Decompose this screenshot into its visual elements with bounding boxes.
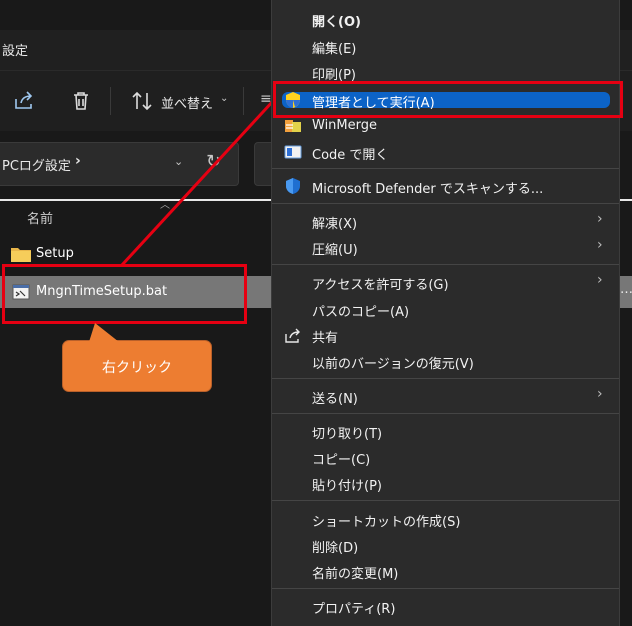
menu-label: Microsoft Defender でスキャンする... bbox=[312, 182, 544, 197]
menu-separator bbox=[272, 500, 619, 501]
winmerge-icon bbox=[285, 120, 301, 132]
menu-label: 削除(D) bbox=[312, 541, 359, 556]
menu-label: プロパティ(R) bbox=[312, 602, 396, 617]
menu-label: コピー(C) bbox=[312, 453, 371, 468]
menu-item-extract[interactable]: 解凍(X) › bbox=[272, 208, 619, 234]
callout-text: 右クリック bbox=[102, 360, 172, 376]
menu-item-cut[interactable]: 切り取り(T) bbox=[272, 418, 619, 444]
menu-label: 共有 bbox=[312, 331, 339, 346]
menu-label: アクセスを許可する(G) bbox=[312, 278, 449, 293]
menu-item-share[interactable]: 共有 bbox=[272, 322, 619, 348]
menu-item-open[interactable]: 開く(O) bbox=[272, 6, 619, 32]
vscode-icon bbox=[284, 145, 302, 159]
menu-item-copy[interactable]: コピー(C) bbox=[272, 444, 619, 470]
menu-separator bbox=[272, 203, 619, 204]
menu-item-compress[interactable]: 圧縮(U) › bbox=[272, 234, 619, 260]
menu-label: ショートカットの作成(S) bbox=[312, 515, 461, 530]
menu-separator bbox=[272, 588, 619, 589]
menu-label: 名前の変更(M) bbox=[312, 567, 399, 582]
menu-item-delete[interactable]: 削除(D) bbox=[272, 532, 619, 558]
menu-label: 開く(O) bbox=[312, 15, 361, 30]
menu-label: 貼り付け(P) bbox=[312, 479, 382, 494]
menu-separator bbox=[272, 264, 619, 265]
annotation-box-file bbox=[2, 264, 247, 324]
chevron-right-icon: › bbox=[597, 211, 603, 227]
menu-item-properties[interactable]: プロパティ(R) bbox=[272, 593, 619, 619]
menu-label: WinMerge bbox=[312, 118, 377, 133]
menu-item-open-with-code[interactable]: Code で開く bbox=[272, 139, 619, 165]
menu-item-paste[interactable]: 貼り付け(P) bbox=[272, 470, 619, 496]
defender-shield-icon bbox=[286, 178, 300, 194]
menu-label: 送る(N) bbox=[312, 392, 358, 407]
callout-pointer bbox=[89, 323, 119, 342]
menu-separator bbox=[272, 378, 619, 379]
menu-label: 解凍(X) bbox=[312, 217, 358, 232]
menu-label: Code で開く bbox=[312, 148, 389, 163]
menu-label: 圧縮(U) bbox=[312, 243, 358, 258]
menu-item-restore-previous[interactable]: 以前のバージョンの復元(V) bbox=[272, 348, 619, 374]
menu-label: 編集(E) bbox=[312, 42, 357, 57]
menu-separator bbox=[272, 413, 619, 414]
chevron-right-icon: › bbox=[597, 386, 603, 402]
menu-item-edit[interactable]: 編集(E) bbox=[272, 33, 619, 59]
menu-separator bbox=[272, 168, 619, 169]
menu-item-give-access[interactable]: アクセスを許可する(G) › bbox=[272, 269, 619, 295]
menu-label: 以前のバージョンの復元(V) bbox=[312, 357, 474, 372]
menu-item-rename[interactable]: 名前の変更(M) bbox=[272, 558, 619, 584]
share-icon bbox=[285, 328, 300, 343]
annotation-box-menu-item bbox=[273, 81, 623, 118]
menu-item-copy-path[interactable]: パスのコピー(A) bbox=[272, 296, 619, 322]
menu-item-send-to[interactable]: 送る(N) › bbox=[272, 383, 619, 409]
annotation-callout: 右クリック bbox=[62, 323, 212, 392]
chevron-right-icon: › bbox=[597, 237, 603, 253]
menu-label: パスのコピー(A) bbox=[312, 305, 410, 320]
chevron-right-icon: › bbox=[597, 272, 603, 288]
menu-label: 切り取り(T) bbox=[312, 427, 383, 442]
menu-item-defender-scan[interactable]: Microsoft Defender でスキャンする... bbox=[272, 173, 619, 199]
menu-item-create-shortcut[interactable]: ショートカットの作成(S) bbox=[272, 506, 619, 532]
